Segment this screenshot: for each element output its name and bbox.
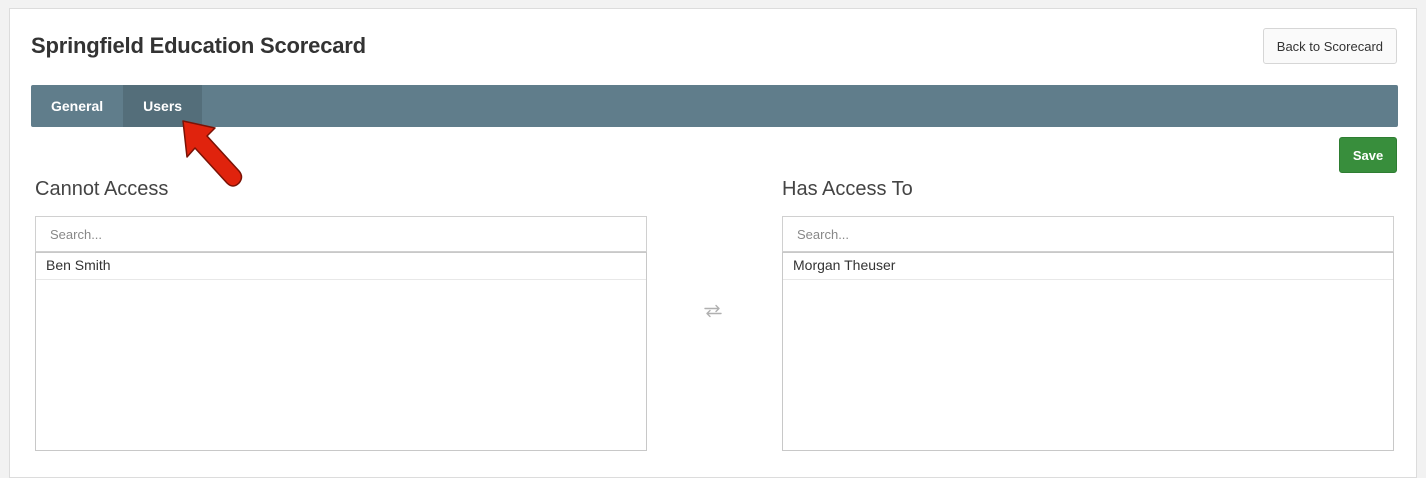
cannot-access-list[interactable]: Ben Smith <box>35 252 647 451</box>
has-access-panel: Has Access To Morgan Theuser <box>782 177 1394 451</box>
cannot-access-panel: Cannot Access Ben Smith <box>35 177 647 451</box>
has-access-list[interactable]: Morgan Theuser <box>782 252 1394 451</box>
has-access-heading: Has Access To <box>782 178 913 200</box>
save-button[interactable]: Save <box>1339 137 1397 173</box>
tab-bar: General Users <box>31 85 1398 127</box>
has-access-search-input[interactable] <box>782 216 1394 252</box>
back-to-scorecard-button[interactable]: Back to Scorecard <box>1262 28 1397 64</box>
cannot-access-heading: Cannot Access <box>35 178 169 200</box>
cannot-access-search-input[interactable] <box>35 216 647 252</box>
list-item[interactable]: Ben Smith <box>36 253 646 280</box>
tab-users[interactable]: Users <box>123 85 203 127</box>
page-title: Springfield Education Scorecard <box>31 33 366 58</box>
scorecard-card: Springfield Education Scorecard Back to … <box>9 8 1417 478</box>
list-item[interactable]: Morgan Theuser <box>783 253 1393 280</box>
tab-general[interactable]: General <box>31 85 123 127</box>
swap-arrows-icon[interactable] <box>704 304 722 318</box>
